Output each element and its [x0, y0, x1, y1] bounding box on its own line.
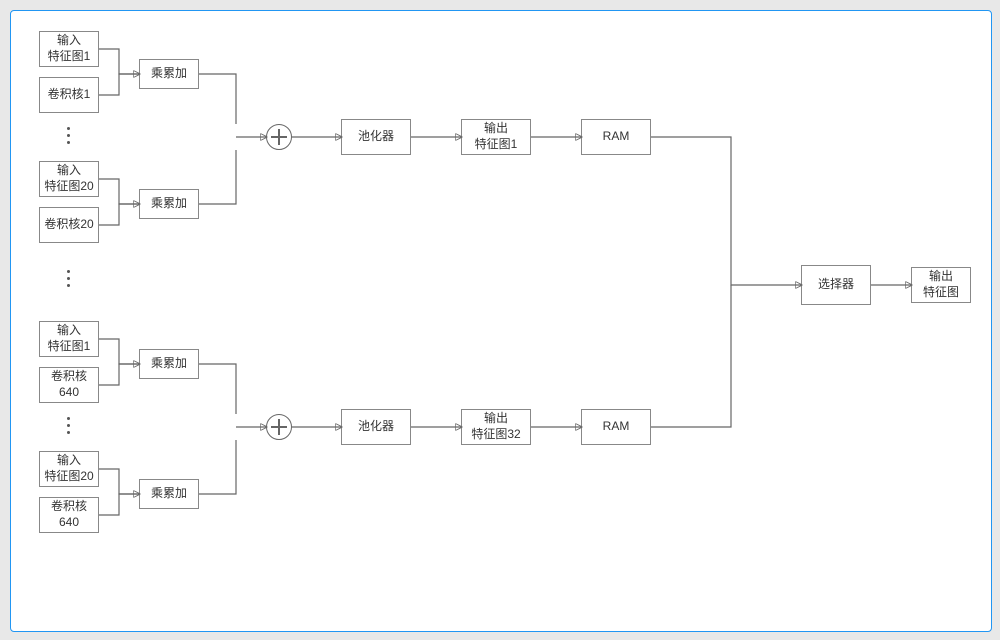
conv-kernel-box: 卷积核640: [39, 497, 99, 533]
sum-node: [266, 414, 292, 440]
mac-box: 乘累加: [139, 479, 199, 509]
input-featuremap-box: 输入特征图20: [39, 161, 99, 197]
mac-box: 乘累加: [139, 189, 199, 219]
output-feature-box: 输出特征图32: [461, 409, 531, 445]
conv-kernel-box: 卷积核640: [39, 367, 99, 403]
ram-box: RAM: [581, 119, 651, 155]
pooling-box: 池化器: [341, 409, 411, 445]
vertical-ellipsis: [63, 123, 73, 148]
input-featuremap-box: 输入特征图20: [39, 451, 99, 487]
vertical-ellipsis: [63, 413, 73, 438]
sum-node: [266, 124, 292, 150]
input-featuremap-box: 输入特征图1: [39, 321, 99, 357]
connections: [11, 11, 991, 631]
output-feature-box: 输出特征图1: [461, 119, 531, 155]
ram-box: RAM: [581, 409, 651, 445]
mac-box: 乘累加: [139, 59, 199, 89]
selector-box: 选择器: [801, 265, 871, 305]
mac-box: 乘累加: [139, 349, 199, 379]
input-featuremap-box: 输入特征图1: [39, 31, 99, 67]
vertical-ellipsis: [63, 266, 73, 291]
final-output-box: 输出特征图: [911, 267, 971, 303]
conv-kernel-box: 卷积核20: [39, 207, 99, 243]
pooling-box: 池化器: [341, 119, 411, 155]
conv-kernel-box: 卷积核1: [39, 77, 99, 113]
